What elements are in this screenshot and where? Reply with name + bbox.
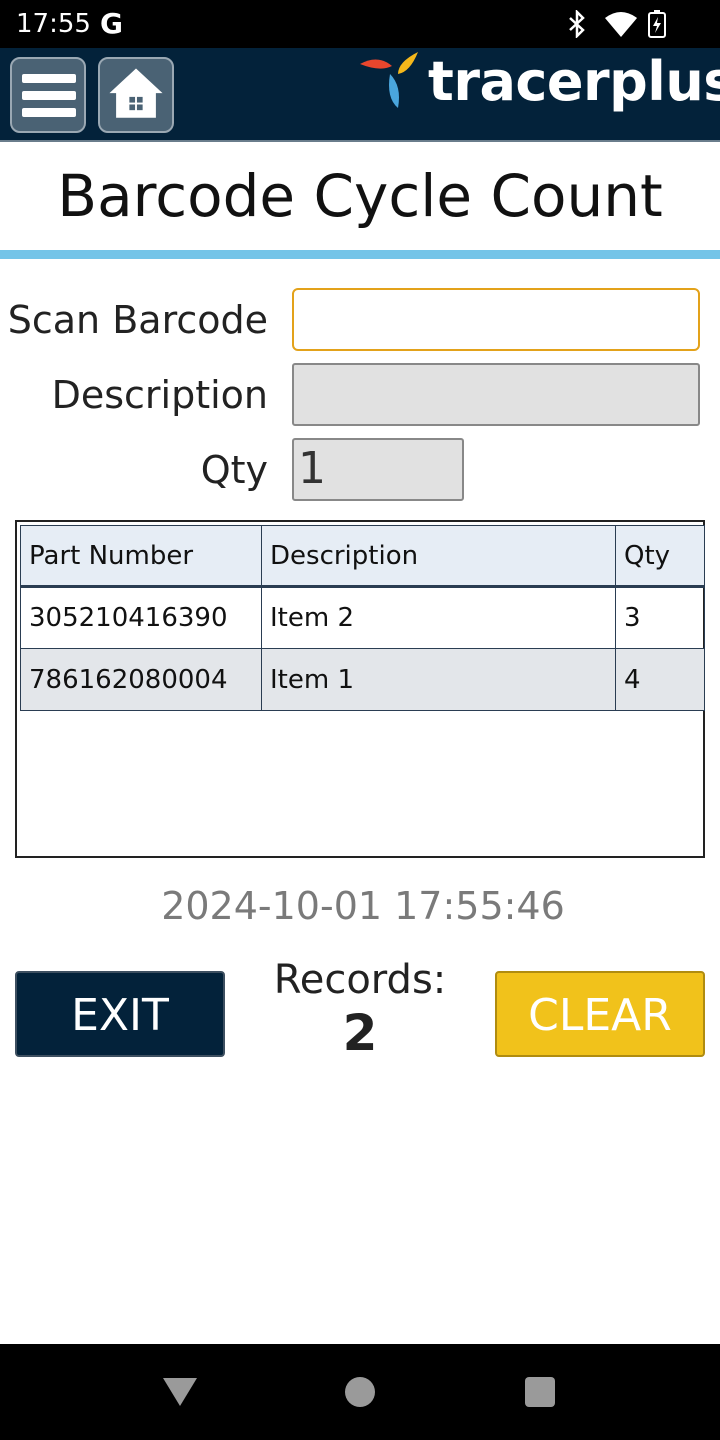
cell-description: Item 2 bbox=[261, 586, 616, 649]
bluetooth-icon bbox=[569, 10, 585, 38]
records-count: 2 bbox=[342, 1004, 378, 1062]
column-header-description[interactable]: Description bbox=[261, 525, 616, 588]
qty-field[interactable]: 1 bbox=[292, 438, 464, 501]
clear-button[interactable]: CLEAR bbox=[495, 971, 705, 1057]
timestamp: 2024-10-01 17:55:46 bbox=[161, 884, 565, 928]
description-field bbox=[292, 363, 700, 426]
scan-barcode-input[interactable] bbox=[292, 288, 700, 351]
scan-barcode-label: Scan Barcode bbox=[7, 298, 268, 342]
brand-logo: tracerplus bbox=[358, 50, 720, 118]
column-header-part-number[interactable]: Part Number bbox=[20, 525, 262, 588]
cell-qty: 3 bbox=[615, 586, 705, 649]
cell-description: Item 1 bbox=[261, 648, 616, 711]
table-row[interactable]: 786162080004 Item 1 4 bbox=[20, 648, 705, 711]
exit-button[interactable]: EXIT bbox=[15, 971, 225, 1057]
cell-part-number: 786162080004 bbox=[20, 648, 262, 711]
column-header-qty[interactable]: Qty bbox=[615, 525, 705, 588]
menu-button[interactable] bbox=[10, 57, 86, 133]
records-label: Records: bbox=[273, 957, 447, 1003]
table-header-row: Part Number Description Qty bbox=[20, 525, 705, 588]
records-grid[interactable]: Part Number Description Qty 305210416390… bbox=[15, 520, 705, 858]
table-row[interactable]: 305210416390 Item 2 3 bbox=[20, 586, 705, 649]
app-header: tracerplus bbox=[0, 48, 720, 142]
cell-qty: 4 bbox=[615, 648, 705, 711]
cell-part-number: 305210416390 bbox=[20, 586, 262, 649]
description-label: Description bbox=[51, 373, 268, 417]
recents-icon[interactable] bbox=[525, 1377, 555, 1407]
page-title: Barcode Cycle Count bbox=[57, 162, 663, 230]
records-table: Part Number Description Qty 305210416390… bbox=[20, 525, 705, 711]
qty-label: Qty bbox=[200, 448, 268, 492]
google-icon: G bbox=[100, 7, 123, 40]
wifi-icon bbox=[605, 12, 637, 37]
status-time: 17:55 bbox=[16, 9, 91, 39]
system-nav-bar bbox=[0, 1344, 720, 1440]
home-icon bbox=[109, 68, 163, 118]
home-button[interactable] bbox=[98, 57, 174, 133]
home-circle-icon[interactable] bbox=[345, 1377, 375, 1407]
title-divider bbox=[0, 250, 720, 259]
battery-icon bbox=[648, 10, 666, 38]
brand-name: tracerplus bbox=[428, 50, 720, 113]
status-bar: 17:55 G bbox=[0, 0, 720, 48]
back-icon[interactable] bbox=[163, 1378, 197, 1406]
tracerplus-logo-icon bbox=[360, 52, 418, 108]
